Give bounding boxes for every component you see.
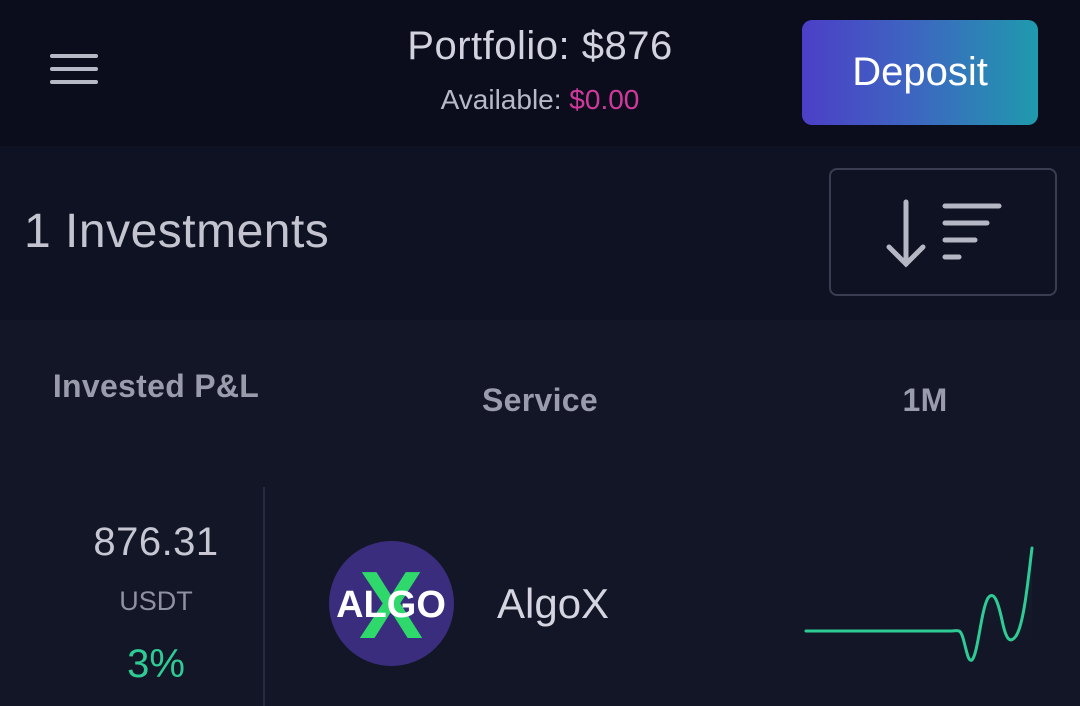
sort-button[interactable] [829, 168, 1057, 296]
top-bar: Portfolio: $876 Available: $0.00 Deposit [0, 0, 1080, 146]
portfolio-value: $876 [581, 24, 673, 68]
column-header-invested: Invested P&L [52, 368, 260, 404]
column-header-period: 1M [902, 382, 948, 418]
portfolio-total: Portfolio: $876 [300, 24, 780, 69]
invested-currency: USDT [119, 586, 193, 616]
hamburger-menu-icon[interactable] [50, 54, 98, 90]
pnl-percent: 3% [127, 642, 185, 686]
column-header-service: Service [482, 382, 598, 418]
sort-descending-icon [886, 199, 1002, 268]
deposit-button[interactable]: Deposit [802, 20, 1038, 125]
available-label: Available: [440, 84, 562, 115]
investments-count-title: 1 Investments [24, 205, 330, 258]
available-value: $0.00 [569, 84, 640, 115]
available-balance: Available: $0.00 [300, 84, 780, 116]
invested-amount: 876.31 [93, 520, 219, 564]
portfolio-label: Portfolio: [407, 24, 571, 68]
performance-sparkline [804, 546, 1034, 662]
algox-logo[interactable]: X ALGO [329, 541, 454, 666]
logo-text: ALGO [336, 584, 446, 626]
service-name[interactable]: AlgoX [497, 580, 609, 628]
